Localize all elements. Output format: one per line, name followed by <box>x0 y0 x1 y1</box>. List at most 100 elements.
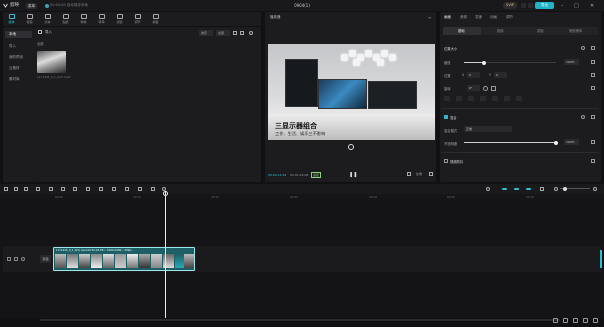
subtab-basic[interactable]: 基础 <box>458 28 465 33</box>
sidebar-item-local[interactable]: 本地 <box>5 31 32 38</box>
align-fit-icon[interactable] <box>516 96 522 101</box>
auto-snap-icon[interactable] <box>514 188 519 190</box>
align-top-icon[interactable] <box>480 96 486 101</box>
scale-keyframe-icon[interactable] <box>591 60 595 64</box>
tool-audio[interactable]: 音频 <box>21 12 38 26</box>
position-x-input[interactable]: 0 <box>467 72 480 78</box>
player-menu-icon[interactable]: ≡ <box>428 15 431 20</box>
align-right-icon[interactable] <box>468 96 474 101</box>
media-thumbnail[interactable] <box>37 51 66 73</box>
zoom-out-icon[interactable] <box>554 186 558 191</box>
freeze-icon[interactable] <box>99 186 103 191</box>
subtab-beauty[interactable]: 美颜美体 <box>569 28 582 33</box>
close-icon[interactable]: ✕ <box>590 3 594 9</box>
main-track-magnet-icon[interactable] <box>502 188 507 190</box>
zoom-slider-knob[interactable] <box>563 186 567 191</box>
sidebar-item-library[interactable]: 素材库 <box>5 76 32 83</box>
preview-center-icon[interactable] <box>348 144 354 150</box>
rotate-clip-icon[interactable] <box>138 186 142 191</box>
position-y-input[interactable]: 0 <box>494 72 507 78</box>
smart-icon[interactable] <box>162 186 166 191</box>
split-icon[interactable] <box>49 186 53 191</box>
sidebar-item-presets[interactable]: 我的预设 <box>5 54 32 61</box>
import-button[interactable]: 导入 <box>45 30 52 35</box>
dropdown-icon[interactable] <box>14 186 18 191</box>
maximize-icon[interactable]: □ <box>574 3 579 9</box>
tool-sticker[interactable]: 贴纸 <box>57 12 74 26</box>
lock-track-icon[interactable] <box>7 257 11 261</box>
sort-dropdown[interactable]: 排序 <box>199 30 213 36</box>
blend-reset-icon[interactable] <box>581 115 585 119</box>
opacity-value-input[interactable]: 100% <box>564 139 579 145</box>
shortcut-icon[interactable] <box>528 3 533 8</box>
select-tool-icon[interactable] <box>4 186 8 191</box>
subtab-keying[interactable]: 抠像 <box>497 28 504 33</box>
playhead-handle[interactable] <box>163 191 168 196</box>
video-clip[interactable]: 1171445_0_1_0(2).mp4 00:01:44:08 • 1920x… <box>53 247 195 271</box>
tool-filter[interactable]: 滤镜 <box>111 12 128 26</box>
delete-icon[interactable] <box>86 186 90 191</box>
svip-button[interactable]: SVIP <box>503 2 517 9</box>
export-button[interactable]: 导出 <box>535 2 554 9</box>
crop-clip-icon[interactable] <box>151 186 155 191</box>
sidebar-item-import[interactable]: 导入 <box>5 43 32 50</box>
tab-speed[interactable]: 变速 <box>475 15 482 20</box>
redo-icon[interactable] <box>36 186 40 191</box>
preview-axis-icon[interactable] <box>540 186 544 191</box>
subtab-mask[interactable]: 蒙版 <box>537 28 544 33</box>
taskbar-icon[interactable] <box>593 318 598 323</box>
keyframe-icon[interactable] <box>591 46 595 50</box>
tool-text[interactable]: 文本 <box>39 12 56 26</box>
crop-icon[interactable] <box>407 172 411 176</box>
align-vcenter-icon[interactable] <box>492 96 498 101</box>
list-view-icon[interactable] <box>240 31 244 35</box>
blend-keyframe-icon[interactable] <box>591 115 595 119</box>
tab-audio[interactable]: 音频 <box>460 15 467 20</box>
tool-effects[interactable]: 特效 <box>75 12 92 26</box>
mute-track-icon[interactable] <box>21 257 25 261</box>
menu-button[interactable]: 菜单 <box>26 2 37 9</box>
tool-transition[interactable]: 转场 <box>93 12 110 26</box>
scale-slider-knob[interactable] <box>482 60 487 65</box>
grid-view-icon[interactable] <box>233 31 237 35</box>
split-right-icon[interactable] <box>73 186 77 191</box>
sidebar-item-cloud[interactable]: 云素材 <box>5 65 32 72</box>
flip-icon[interactable] <box>491 85 496 91</box>
mirror-icon[interactable] <box>125 186 129 191</box>
playhead[interactable] <box>165 192 166 318</box>
align-bottom-icon[interactable] <box>504 96 510 101</box>
align-left-icon[interactable] <box>444 96 450 101</box>
timeline-ruler[interactable] <box>0 194 604 202</box>
reverse-icon[interactable] <box>112 186 116 191</box>
rotate-input[interactable]: 0° <box>467 85 480 91</box>
tool-media[interactable]: 媒体 <box>3 12 20 26</box>
filter-dropdown[interactable]: 全部 <box>216 30 230 36</box>
tab-adjust[interactable]: 调节 <box>506 15 513 20</box>
ratio-button[interactable]: 比例 <box>416 172 422 176</box>
tab-animation[interactable]: 动画 <box>490 15 497 20</box>
position-keyframe-icon[interactable] <box>591 73 595 77</box>
taskbar-icon[interactable] <box>573 318 578 323</box>
linkage-icon[interactable] <box>526 188 531 190</box>
tool-adjust[interactable]: 调节 <box>129 12 146 26</box>
zoom-in-icon[interactable] <box>593 186 597 191</box>
taskbar-icon[interactable] <box>583 318 588 323</box>
taskbar-icon[interactable] <box>563 318 568 323</box>
blend-checkbox[interactable] <box>444 115 448 119</box>
scale-value-input[interactable]: 100% <box>564 59 579 65</box>
blend-mode-select[interactable]: 正常 <box>464 126 512 132</box>
cover-button[interactable]: 封面 <box>40 255 51 263</box>
rotate-keyframe-icon[interactable] <box>591 86 595 90</box>
layout-icon[interactable] <box>521 3 526 8</box>
align-hcenter-icon[interactable] <box>456 96 462 101</box>
stabilize-keyframe-icon[interactable] <box>591 159 595 163</box>
opacity-keyframe-icon[interactable] <box>591 140 595 144</box>
microphone-icon[interactable] <box>486 186 490 191</box>
undo-icon[interactable] <box>24 186 28 191</box>
play-button[interactable]: ❚❚ <box>349 172 357 178</box>
tool-template[interactable]: 模板 <box>147 12 164 26</box>
timeline-scrollbar[interactable] <box>40 319 560 321</box>
import-icon[interactable] <box>38 30 42 34</box>
rotate-icon[interactable] <box>483 85 488 91</box>
hide-track-icon[interactable] <box>14 257 18 261</box>
